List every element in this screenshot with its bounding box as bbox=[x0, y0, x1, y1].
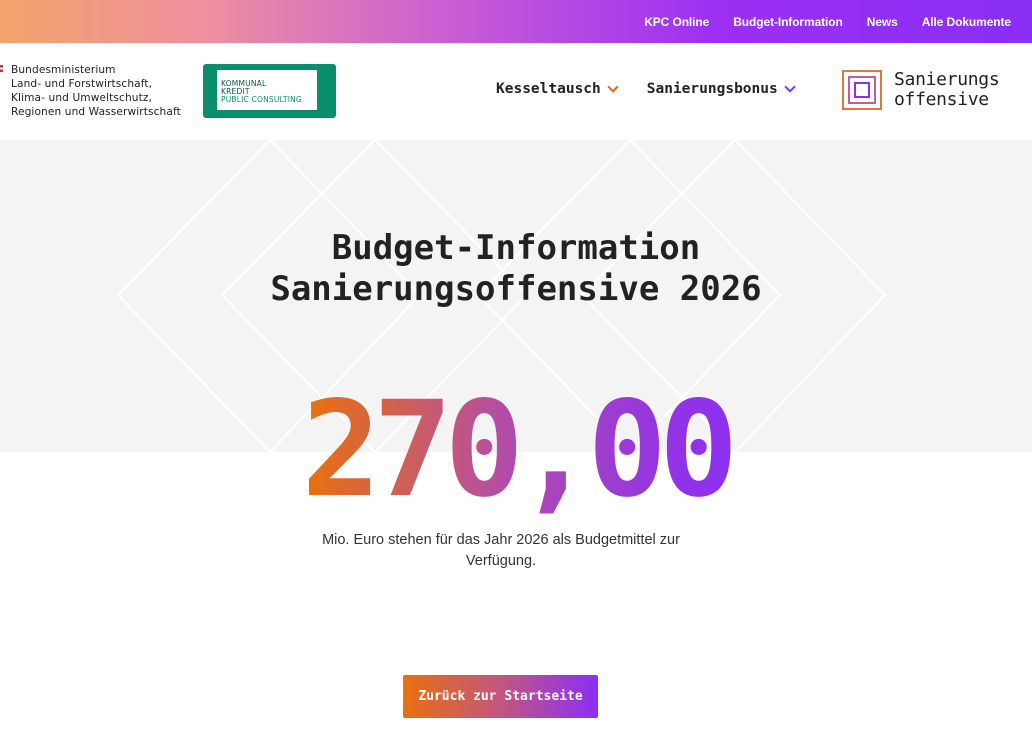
budget-amount: 270,00 bbox=[0, 380, 1032, 520]
brand-wordmark: Sanierungs offensive bbox=[894, 69, 1000, 110]
ministry-line: Regionen und Wasserwirtschaft bbox=[11, 106, 181, 118]
site-header: Bundesministerium Land- und Forstwirtsch… bbox=[0, 43, 1032, 140]
kpc-line: PUBLIC CONSULTING bbox=[221, 95, 302, 104]
kpc-logo-panel: KOMMUNAL KREDIT PUBLIC CONSULTING bbox=[217, 70, 317, 110]
chevron-down-icon bbox=[607, 81, 619, 93]
nav-item-sanierungsbonus[interactable]: Sanierungsbonus bbox=[646, 81, 796, 97]
budget-description: Mio. Euro stehen für das Jahr 2026 als B… bbox=[322, 532, 680, 569]
main-nav: Kesseltausch Sanierungsbonus bbox=[496, 81, 796, 97]
back-to-home-button[interactable]: Zurück zur Startseite bbox=[403, 675, 598, 718]
brand-line: Sanierungs bbox=[894, 69, 1000, 90]
topnav-link-news[interactable]: News bbox=[867, 15, 898, 29]
nav-item-label: Kesseltausch bbox=[496, 81, 601, 97]
kpc-logo-text: KOMMUNAL KREDIT PUBLIC CONSULTING bbox=[221, 80, 302, 104]
kpc-logo[interactable]: KOMMUNAL KREDIT PUBLIC CONSULTING bbox=[203, 64, 336, 118]
topnav-link-budget-information[interactable]: Budget-Information bbox=[733, 15, 843, 29]
top-nav: KPC Online Budget-Information News Alle … bbox=[644, 0, 1011, 43]
topnav-link-alle-dokumente[interactable]: Alle Dokumente bbox=[922, 15, 1011, 29]
nested-squares-icon bbox=[842, 70, 882, 110]
austria-flag-icon bbox=[0, 65, 3, 72]
topnav-link-kpc-online[interactable]: KPC Online bbox=[644, 15, 709, 29]
page-title-line: Sanierungsoffensive 2026 bbox=[270, 269, 762, 309]
ministry-name: Bundesministerium Land- und Forstwirtsch… bbox=[11, 63, 201, 119]
top-gradient-bar: KPC Online Budget-Information News Alle … bbox=[0, 0, 1032, 43]
ministry-line: Bundesministerium bbox=[11, 64, 116, 76]
ministry-line: Land- und Forstwirtschaft, bbox=[11, 78, 153, 90]
brand-line: offensive bbox=[894, 89, 989, 110]
page-title-line: Budget-Information bbox=[331, 228, 701, 268]
chevron-down-icon bbox=[784, 81, 796, 93]
page-title: Budget-Information Sanierungsoffensive 2… bbox=[0, 228, 1032, 310]
ministry-line: Klima- und Umweltschutz, bbox=[11, 92, 152, 104]
sanierungsoffensive-logo[interactable]: Sanierungs offensive bbox=[842, 69, 1000, 110]
nav-item-kesseltausch[interactable]: Kesseltausch bbox=[496, 81, 619, 97]
nav-item-label: Sanierungsbonus bbox=[646, 81, 778, 97]
